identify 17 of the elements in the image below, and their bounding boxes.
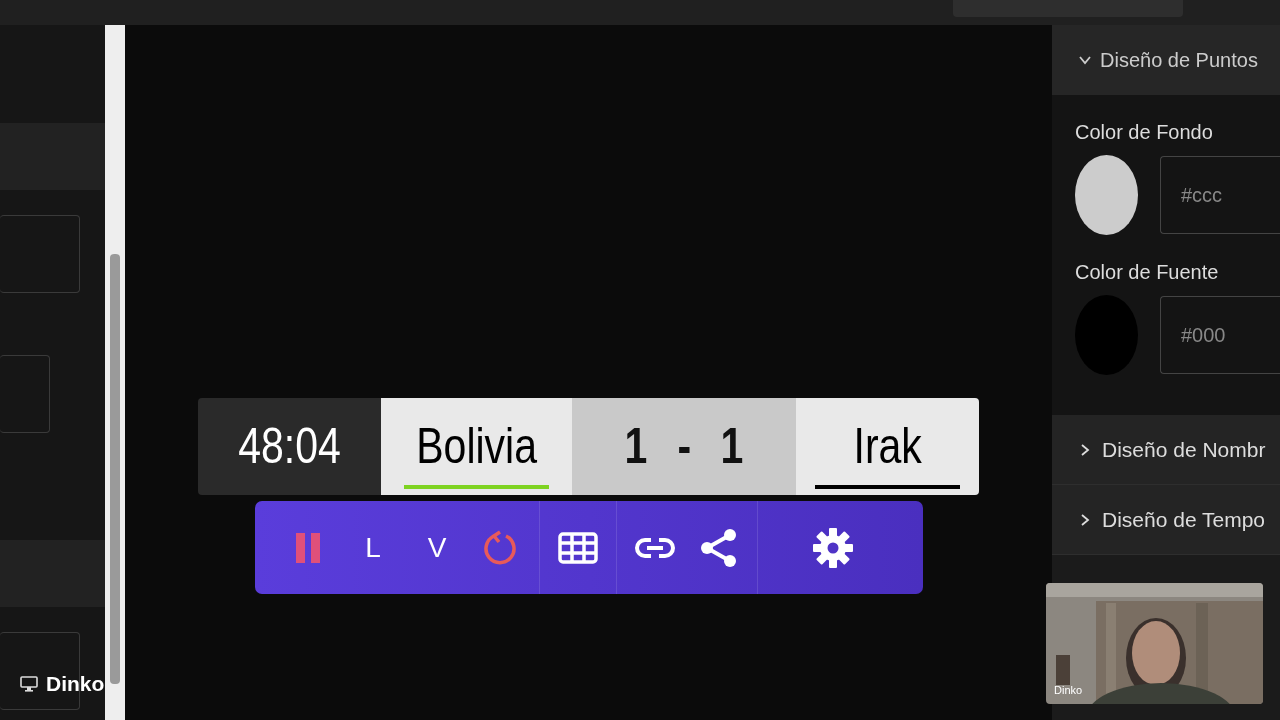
section-header[interactable]: Diseño de Puntos: [1052, 25, 1280, 95]
participant-name: Dinko: [1054, 683, 1083, 698]
field-label: Color de Fuente: [1075, 260, 1220, 285]
presenter-name: Dinko: [46, 671, 105, 697]
score: 1: [720, 417, 744, 476]
letter-button[interactable]: L: [341, 517, 405, 578]
section-header[interactable]: Diseño de Nombr: [1052, 415, 1280, 485]
game-clock: 48:04: [238, 417, 341, 476]
field-label: Color de Fondo: [1075, 120, 1214, 145]
score-separator: -: [677, 417, 691, 476]
score: 1: [624, 417, 648, 476]
color-input[interactable]: #000: [1160, 296, 1280, 374]
team-name: Bolivia: [416, 417, 537, 476]
section-header[interactable]: Diseño de Tempo: [1052, 485, 1280, 555]
letter-button[interactable]: V: [405, 517, 469, 578]
color-input[interactable]: #ccc: [1160, 156, 1280, 234]
team-name: Irak: [853, 417, 922, 476]
